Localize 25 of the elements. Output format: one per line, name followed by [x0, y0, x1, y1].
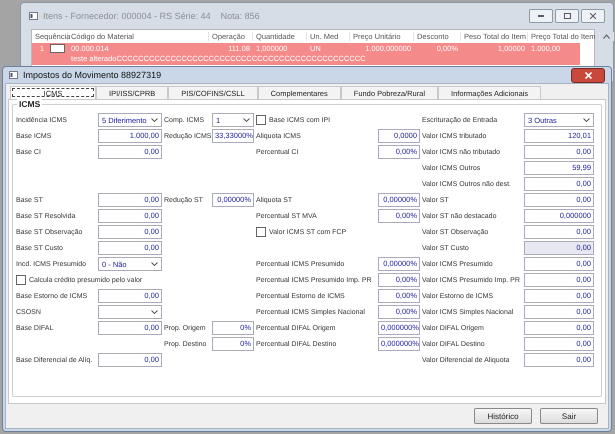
scroll-up-icon[interactable]	[600, 32, 614, 41]
minimize-icon	[538, 15, 544, 17]
dialog-button[interactable]: Histórico	[474, 408, 532, 424]
close-icon	[590, 13, 596, 19]
checkbox[interactable]	[50, 44, 65, 53]
caret-icon	[243, 118, 250, 122]
caret-icon	[151, 262, 158, 266]
close-icon	[584, 72, 592, 78]
group-title: ICMS	[17, 99, 42, 109]
caret-icon	[151, 310, 158, 314]
checkbox[interactable]	[256, 227, 266, 237]
dialog-button[interactable]: Sair	[540, 408, 598, 424]
window-title: Itens - Fornecedor: 000004 - RS Série: 44 Nota: 856	[43, 11, 260, 21]
maximize-button[interactable]	[555, 9, 579, 23]
window-icon	[29, 12, 38, 20]
minimize-button[interactable]	[529, 9, 553, 23]
close-button[interactable]	[581, 9, 605, 23]
caret-icon	[151, 118, 158, 122]
maximize-icon	[564, 13, 570, 19]
checkbox[interactable]	[16, 275, 26, 285]
close-button[interactable]	[571, 68, 605, 82]
window-title: Impostos do Movimento 88927319	[23, 70, 162, 80]
checkbox[interactable]	[256, 115, 266, 125]
caret-icon	[583, 118, 590, 122]
window-icon	[9, 71, 18, 79]
